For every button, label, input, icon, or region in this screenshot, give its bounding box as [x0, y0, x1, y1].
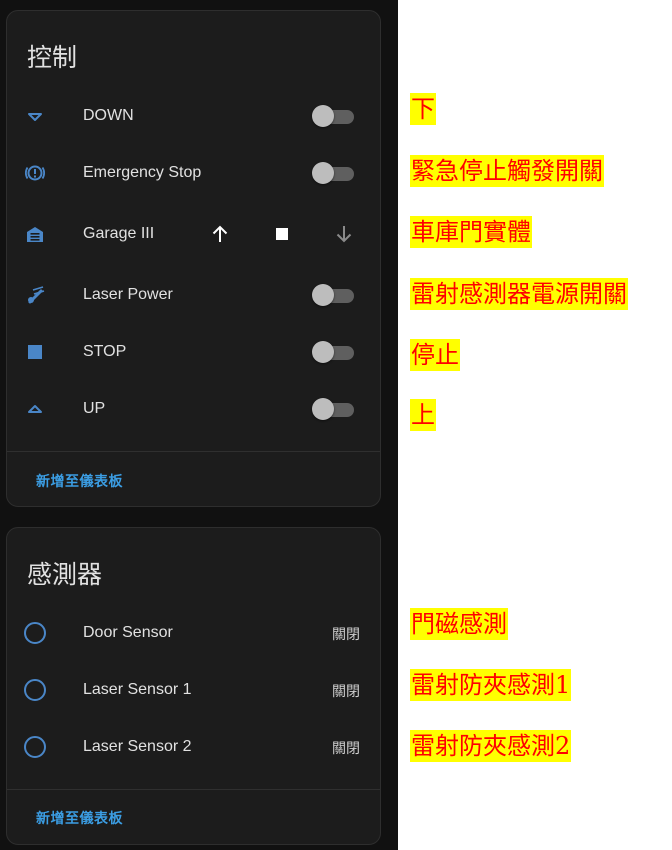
- sensor-state: 關閉: [332, 741, 360, 757]
- entity-row-garage[interactable]: Garage III: [7, 214, 380, 254]
- annotation-label: 停止: [410, 339, 460, 371]
- emergency-stop-toggle[interactable]: [312, 162, 358, 184]
- entity-row-emergency-stop[interactable]: Emergency Stop: [7, 153, 380, 193]
- sensors-card-title: 感測器: [27, 560, 103, 589]
- entity-row-stop[interactable]: STOP: [7, 332, 380, 372]
- arrow-up-icon: [212, 225, 228, 242]
- annotation-label: 雷射防夾感測1: [410, 669, 572, 701]
- circle-outline-icon: [23, 621, 47, 645]
- annotation-label: 緊急停止觸發開關: [410, 155, 604, 187]
- entity-row-up[interactable]: UP: [7, 389, 380, 429]
- stop-square-icon: [276, 228, 288, 240]
- sensor-state: 關閉: [332, 627, 360, 643]
- garage-icon: [23, 222, 47, 246]
- annotation-label: 雷射感測器電源開關: [410, 278, 628, 310]
- arrow-up-triangle-icon: [23, 397, 47, 421]
- sensors-card: 感測器 Door Sensor 關閉 Laser Sensor 1 關閉 Las…: [6, 527, 381, 845]
- card-divider: [7, 451, 380, 452]
- arrow-down-icon: [336, 226, 352, 243]
- controls-card: 控制 DOWN Emergency Stop Garage III Laser …: [6, 10, 381, 507]
- entity-label: STOP: [83, 343, 127, 360]
- up-toggle[interactable]: [312, 398, 358, 420]
- annotation-label: 門磁感測: [410, 608, 508, 640]
- entity-row-laser-power[interactable]: Laser Power: [7, 275, 380, 315]
- arrow-down-triangle-icon: [23, 104, 47, 128]
- entity-label: Laser Sensor 1: [83, 681, 192, 698]
- circle-outline-icon: [23, 678, 47, 702]
- annotation-label: 下: [410, 93, 436, 125]
- entity-label: Garage III: [83, 225, 155, 242]
- emergency-stop-icon: [23, 161, 47, 185]
- sensor-state: 關閉: [332, 684, 360, 700]
- entity-label: DOWN: [83, 107, 134, 124]
- add-to-dashboard-button[interactable]: 新增至儀表板: [36, 471, 123, 491]
- add-to-dashboard-button[interactable]: 新增至儀表板: [36, 808, 123, 828]
- circle-outline-icon: [23, 735, 47, 759]
- laser-power-toggle[interactable]: [312, 284, 358, 306]
- entity-row-laser-sensor-1[interactable]: Laser Sensor 1 關閉: [7, 670, 380, 710]
- annotation-label: 雷射防夾感測2: [410, 730, 572, 762]
- down-toggle[interactable]: [312, 105, 358, 127]
- entity-label: UP: [83, 400, 106, 417]
- entity-label: Laser Sensor 2: [83, 738, 192, 755]
- entity-row-down[interactable]: DOWN: [7, 96, 380, 136]
- entity-label: Door Sensor: [83, 624, 173, 641]
- annotation-label: 車庫門實體: [410, 216, 532, 248]
- entity-label: Laser Power: [83, 286, 173, 303]
- stop-square-icon: [23, 340, 47, 364]
- stop-toggle[interactable]: [312, 341, 358, 363]
- card-divider: [7, 789, 380, 790]
- entity-label: Emergency Stop: [83, 164, 202, 181]
- open-cover-button[interactable]: [206, 220, 234, 248]
- close-cover-button[interactable]: [330, 220, 358, 248]
- annotation-label: 上: [410, 399, 436, 431]
- laser-power-icon: [23, 283, 47, 307]
- stop-cover-button[interactable]: [268, 220, 296, 248]
- entity-row-laser-sensor-2[interactable]: Laser Sensor 2 關閉: [7, 727, 380, 767]
- controls-card-title: 控制: [27, 43, 78, 72]
- entity-row-door-sensor[interactable]: Door Sensor 關閉: [7, 613, 380, 653]
